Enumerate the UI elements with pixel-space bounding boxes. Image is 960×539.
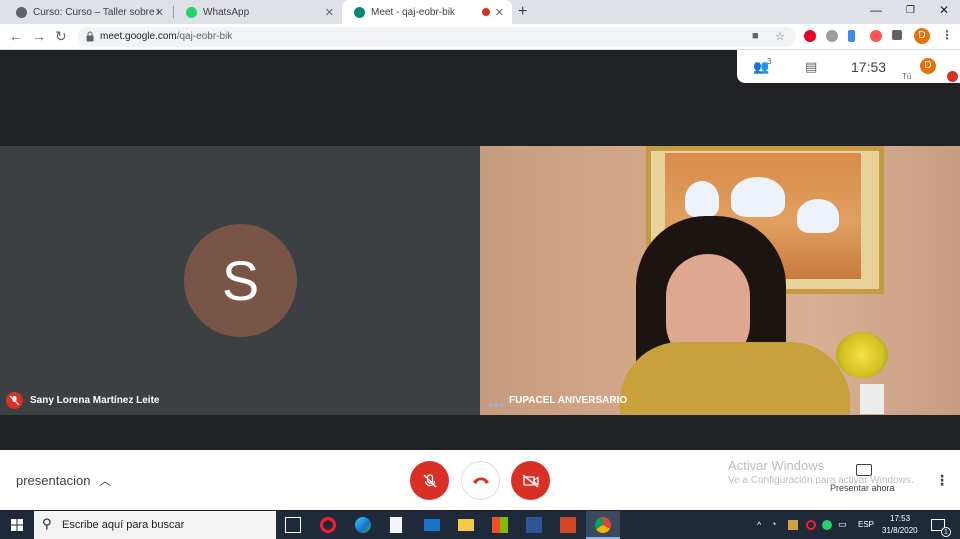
word-icon[interactable] (526, 517, 542, 533)
participant-name: Sany Lorena Martínez Leite (30, 395, 160, 406)
chrome-taskbar-item[interactable] (586, 511, 620, 539)
close-icon[interactable]: ✕ (495, 6, 504, 19)
meeting-clock: 17:53 (851, 59, 887, 75)
audio-activity-icon: ●●● (488, 400, 506, 409)
new-tab-button[interactable]: + (518, 3, 527, 21)
url-text: meet.google.com/qaj-eobr-bik (100, 31, 232, 42)
lock-icon (86, 31, 94, 42)
mic-off-icon (6, 392, 23, 409)
close-window-icon[interactable]: ✕ (939, 3, 949, 17)
address-bar[interactable]: meet.google.com/qaj-eobr-bik ■ ☆ (78, 27, 796, 47)
meet-controls-bar: presentacion ︿ Activar Windows Ve a Conf… (0, 450, 960, 510)
search-icon: ⚲ (42, 516, 52, 531)
chevron-up-icon[interactable]: ︿ (99, 472, 111, 489)
mic-toggle-button[interactable] (410, 461, 449, 500)
browser-menu-icon[interactable]: ⋮ (941, 28, 953, 42)
leave-call-button[interactable] (461, 461, 500, 500)
flowers (836, 332, 888, 378)
recording-icon (482, 8, 490, 16)
mic-off-icon (947, 71, 958, 82)
opera-tray-icon[interactable] (806, 520, 816, 530)
chat-icon[interactable]: ▤ (805, 59, 817, 75)
search-placeholder: Escribe aquí para buscar (62, 519, 185, 531)
reload-icon[interactable]: ↻ (55, 28, 67, 45)
whatsapp-tray-icon[interactable] (822, 520, 832, 530)
person-shirt (620, 342, 850, 415)
store-icon[interactable] (492, 517, 508, 533)
task-view-icon[interactable] (285, 517, 301, 533)
present-screen-icon[interactable] (856, 464, 872, 476)
mail-icon[interactable] (424, 519, 440, 531)
tab-title: Meet - qaj-eobr-bik (371, 6, 455, 18)
course-favicon-icon (16, 6, 27, 18)
opera-icon[interactable] (320, 517, 336, 533)
chevron-up-icon[interactable]: ^ (757, 520, 761, 530)
clock-time[interactable]: 17:53 (890, 514, 910, 523)
pinterest-icon[interactable] (804, 30, 816, 42)
restore-icon[interactable]: ❐ (906, 5, 915, 16)
windows-taskbar: ⚲ Escribe aquí para buscar ^ ◔ ▭ ESP 17:… (0, 511, 960, 539)
meeting-name[interactable]: presentacion (16, 473, 90, 488)
language-indicator[interactable]: ESP (858, 520, 874, 529)
star-icon[interactable]: ☆ (775, 30, 785, 43)
minimize-icon[interactable]: — (870, 3, 882, 17)
chrome-icon (595, 517, 611, 533)
tab-whatsapp[interactable]: WhatsApp ✕ (174, 0, 342, 24)
mic-off-icon (422, 473, 437, 488)
notification-count: 1 (941, 527, 951, 537)
powerpoint-icon[interactable] (560, 517, 576, 533)
back-arrow-icon[interactable]: ← (9, 28, 23, 44)
meet-info-panel: 👥 3 ▤ 17:53 Tú D (737, 50, 960, 83)
battery-icon[interactable]: ▭ (838, 519, 847, 530)
participant-name: FUPACEL ANIVERSARIO (509, 395, 628, 406)
camera-toggle-button[interactable] (511, 461, 550, 500)
participant-tile-sany[interactable]: S (0, 146, 480, 415)
participant-tile-fupacel[interactable] (480, 146, 960, 415)
windows-start-icon[interactable] (11, 519, 23, 531)
self-label: Tú (902, 72, 912, 81)
clock-date[interactable]: 31/8/2020 (882, 526, 918, 535)
whatsapp-icon (186, 6, 197, 18)
target-icon[interactable] (870, 30, 882, 42)
edge-icon[interactable] (355, 517, 371, 533)
close-icon[interactable]: ✕ (325, 6, 334, 19)
hangup-icon (472, 477, 489, 484)
url-path: /qaj-eobr-bik (176, 31, 233, 42)
windows-activation-title: Activar Windows (728, 458, 825, 473)
participants-count: 3 (767, 57, 772, 66)
network-icon[interactable]: ◔ (771, 519, 776, 529)
forward-arrow-icon[interactable]: → (32, 28, 46, 44)
file-explorer-icon[interactable] (458, 519, 474, 531)
url-host: meet.google.com (100, 31, 177, 42)
app-tray-icon[interactable] (788, 520, 798, 530)
browser-toolbar: ← → ↻ meet.google.com/qaj-eobr-bik ■ ☆ (0, 24, 960, 50)
puzzle-icon[interactable] (892, 30, 902, 40)
flower-pot (860, 384, 884, 414)
taskbar-search[interactable]: ⚲ Escribe aquí para buscar (34, 511, 276, 539)
profile-avatar[interactable]: D (914, 28, 930, 44)
meet-icon (354, 6, 365, 18)
camera-off-icon (522, 473, 539, 488)
present-now-button[interactable]: Presentar ahora (830, 483, 895, 493)
document-icon[interactable] (390, 517, 402, 533)
extension-icon[interactable] (826, 30, 838, 42)
camera-icon[interactable]: ■ (752, 30, 759, 42)
browser-tab-strip: Curso: Curso – Taller sobre Celiac ✕ Wha… (0, 0, 960, 24)
close-icon[interactable]: ✕ (155, 6, 164, 19)
avatar: S (184, 224, 297, 337)
more-options-icon[interactable]: ⋮ (935, 472, 949, 489)
tab-title: WhatsApp (203, 6, 250, 18)
tab-curso[interactable]: Curso: Curso – Taller sobre Celiac ✕ (4, 0, 172, 24)
tab-meet[interactable]: Meet - qaj-eobr-bik ✕ (342, 0, 512, 24)
self-avatar[interactable]: D (920, 58, 936, 74)
pen-icon[interactable] (848, 30, 855, 42)
tab-title: Curso: Curso – Taller sobre Celiac (33, 6, 159, 18)
